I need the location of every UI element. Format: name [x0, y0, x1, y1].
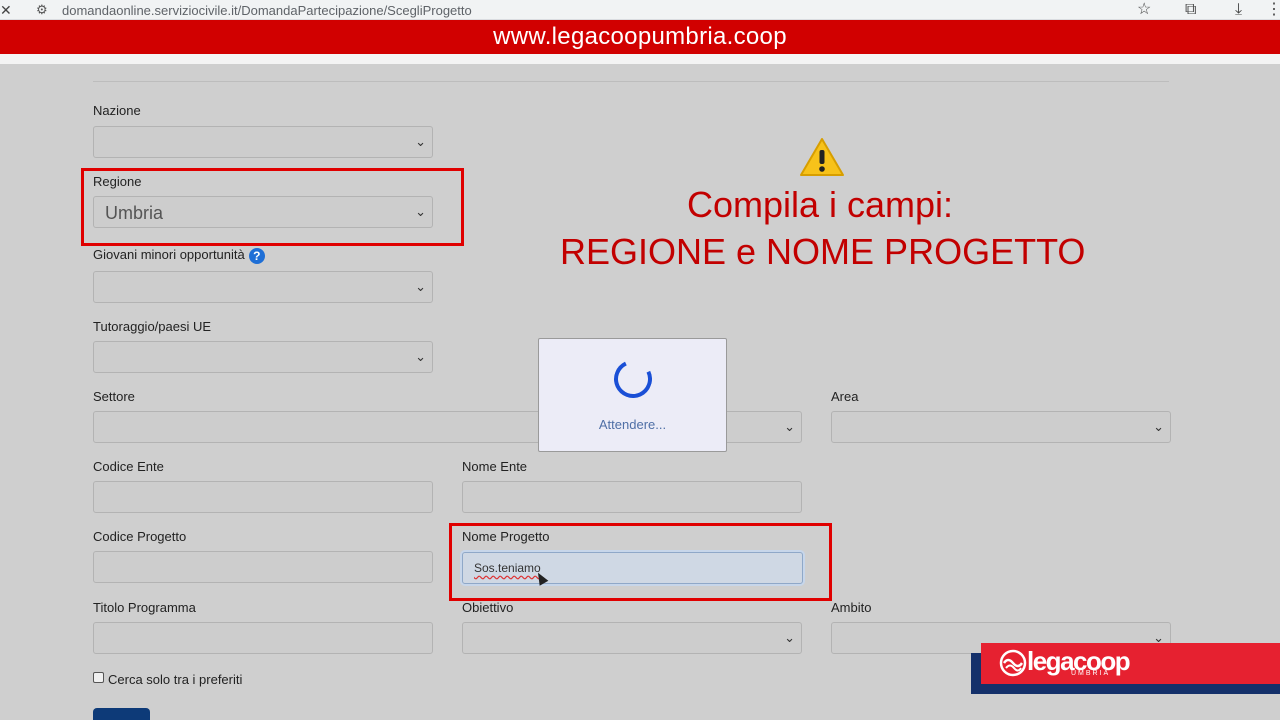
nome-ente-label: Nome Ente: [462, 459, 528, 474]
instruction-line-2: REGIONE e NOME PROGETTO: [560, 231, 1086, 272]
search-button[interactable]: [93, 708, 150, 720]
chevron-down-icon: ⌄: [415, 279, 426, 294]
chevron-down-icon: ⌄: [415, 134, 426, 149]
legacoop-logo-icon: [999, 649, 1027, 677]
obiettivo-label: Obiettivo: [462, 600, 514, 615]
divider: [93, 81, 1169, 82]
titolo-programma-input[interactable]: [93, 622, 433, 654]
loading-dialog: Attendere...: [538, 338, 727, 452]
extensions-icon[interactable]: ⧉: [1185, 1, 1196, 19]
loading-text: Attendere...: [598, 417, 667, 432]
chevron-down-icon: ⌄: [415, 349, 426, 364]
nome-ente-input[interactable]: [462, 481, 802, 513]
chevron-down-icon: ⌄: [784, 419, 795, 434]
preferiti-label: Cerca solo tra i preferiti: [108, 672, 243, 687]
website-banner: www.legacoopumbria.coop: [0, 20, 1280, 54]
download-icon[interactable]: ⤓: [1235, 1, 1242, 19]
ambito-label: Ambito: [831, 600, 872, 615]
spinner-icon: [608, 354, 658, 404]
url-text[interactable]: domandaonline.serviziocivile.it/DomandaP…: [62, 3, 472, 19]
settore-label: Settore: [93, 389, 135, 404]
codice-progetto-label: Codice Progetto: [93, 529, 187, 544]
logo-subtitle: UMBRIA: [1071, 670, 1111, 677]
codice-ente-input[interactable]: [93, 481, 433, 513]
browser-address-bar: ✕ ⚙ domandaonline.serviziocivile.it/Doma…: [0, 0, 1280, 20]
tutoraggio-label: Tutoraggio/paesi UE: [93, 319, 212, 334]
instruction-line-1: Compila i campi:: [686, 184, 954, 225]
preferiti-checkbox[interactable]: [93, 672, 104, 683]
giovani-select[interactable]: ⌄: [93, 271, 433, 303]
obiettivo-select[interactable]: ⌄: [462, 622, 802, 654]
nazione-label: Nazione: [93, 103, 141, 118]
close-icon[interactable]: ✕: [0, 1, 12, 19]
area-select[interactable]: ⌄: [831, 411, 1171, 443]
legacoop-logo: legacoop UMBRIA: [981, 643, 1280, 684]
star-icon[interactable]: ☆: [1137, 1, 1151, 19]
nome-progetto-highlight-box: [449, 523, 832, 601]
more-icon[interactable]: ⋮: [1266, 1, 1280, 19]
chevron-down-icon: ⌄: [784, 630, 795, 645]
titolo-programma-label: Titolo Programma: [93, 600, 196, 615]
codice-ente-label: Codice Ente: [93, 459, 164, 474]
warning-icon: [800, 138, 844, 176]
area-label: Area: [831, 389, 859, 404]
chevron-down-icon: ⌄: [1153, 419, 1164, 434]
help-icon[interactable]: ?: [248, 248, 265, 264]
tutoraggio-select[interactable]: ⌄: [93, 341, 433, 373]
banner-strip: [0, 54, 1280, 64]
nazione-select[interactable]: ⌄: [93, 126, 433, 158]
site-info-icon[interactable]: ⚙: [36, 2, 48, 18]
codice-progetto-input[interactable]: [93, 551, 433, 583]
regione-highlight-box: [81, 168, 464, 246]
giovani-label: Giovani minori opportunità?: [93, 247, 265, 264]
